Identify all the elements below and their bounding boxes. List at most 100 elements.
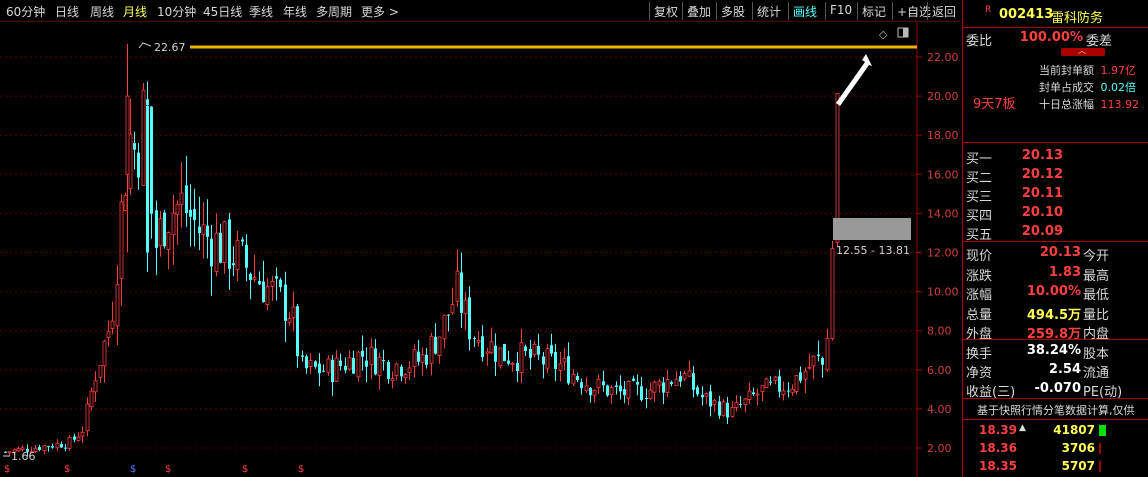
y-tick-label: 4.00	[927, 403, 952, 416]
f10-button[interactable]: F10	[825, 2, 856, 20]
candlestick	[623, 380, 626, 404]
quote-panel: R 002413 雷科防务 委比 100.00% 委差 ︿ 当前封单额 1.97…	[962, 0, 1148, 477]
tick-row: 18.39 ▲ 41807	[963, 422, 1148, 440]
candlestick	[825, 328, 830, 372]
restore-rights-button[interactable]: 复权	[649, 2, 682, 20]
collapse-tab[interactable]: ︿	[1061, 46, 1105, 56]
quote-row: 总量 494.5万 量比	[963, 303, 1148, 323]
weibi-label: 委比	[966, 34, 993, 49]
candlestick	[476, 331, 481, 347]
stock-code: 002413	[999, 7, 1054, 22]
candlestick	[596, 374, 601, 394]
y-tick-label: 8.00	[927, 325, 952, 338]
seal-amount-label: 当前封单额	[1039, 64, 1094, 77]
statistics-button[interactable]: 统计	[752, 2, 785, 20]
bid-row: 买三 20.11	[963, 185, 1148, 205]
candlestick	[67, 435, 72, 451]
tick-row: 18.36 3706	[963, 440, 1148, 458]
quote-row: 现价 20.13 今开	[963, 244, 1148, 264]
event-marker-icon[interactable]: $	[242, 464, 248, 475]
more-menu[interactable]: 更多 >	[361, 3, 399, 20]
more-label: 更多	[361, 5, 386, 19]
period-monthly[interactable]: 月线	[123, 3, 147, 20]
y-tick-label: 16.00	[927, 168, 959, 181]
candlestick	[305, 354, 308, 374]
candlestick	[752, 387, 755, 397]
overlay-button[interactable]: 叠加	[682, 2, 715, 20]
candlestick	[222, 220, 227, 274]
period-multi[interactable]: 多周期	[316, 3, 352, 20]
high-price-label: 22.67	[154, 41, 186, 54]
quote-value: 20.13	[1039, 245, 1081, 260]
candlestick	[460, 252, 463, 329]
candlestick	[412, 344, 417, 378]
price-range-box[interactable]	[833, 218, 911, 240]
candlestick	[322, 364, 325, 373]
stat-label-2: 股本	[1083, 347, 1110, 362]
candlestick	[47, 445, 50, 452]
candlestick	[755, 388, 760, 406]
candlestick	[314, 360, 317, 369]
candlestick	[516, 351, 519, 382]
tick-volume: 5707	[1061, 459, 1095, 473]
kline-svg[interactable]: 22.00 20.00 18.00 16.00 14.00 12.00 10.00 8.00 6…	[0, 22, 962, 477]
period-45day[interactable]: 45日线	[203, 3, 242, 20]
quote-value: 1.83	[1048, 264, 1081, 280]
multi-stock-button[interactable]: 多股	[716, 2, 749, 20]
candlestick	[567, 342, 570, 386]
period-yearly[interactable]: 年线	[283, 3, 307, 20]
candlestick	[356, 350, 361, 382]
event-marker-icon[interactable]: $	[298, 464, 304, 475]
candlestick	[701, 386, 704, 406]
candlestick	[498, 347, 503, 369]
candlestick	[89, 387, 94, 411]
candlestick	[640, 376, 643, 402]
diamond-icon[interactable]: ◇	[879, 28, 888, 41]
weibi-row: 委比 100.00% 委差	[963, 29, 1148, 49]
mark-button[interactable]: 标记	[857, 2, 890, 20]
stat-value: -0.070	[1034, 381, 1081, 396]
candlestick	[141, 82, 146, 186]
quote-label-2: 最高	[1083, 268, 1110, 284]
candlestick	[279, 277, 282, 292]
candlestick	[537, 333, 540, 360]
back-button[interactable]: 返回	[927, 2, 960, 20]
period-daily[interactable]: 日线	[55, 3, 79, 20]
candlestick	[417, 339, 420, 366]
tick-volume: 3706	[1061, 441, 1095, 455]
candlestick	[232, 246, 235, 277]
draw-line-button[interactable]: 画线	[788, 2, 821, 20]
period-10min[interactable]: 10分钟	[157, 3, 196, 20]
candlestick	[442, 314, 447, 349]
candlestick	[85, 397, 90, 437]
candlestick	[206, 199, 209, 259]
quote-label: 总量	[966, 307, 993, 323]
candlestick	[473, 336, 476, 347]
candlestick	[730, 401, 735, 418]
candlestick	[489, 327, 494, 355]
candlestick	[485, 347, 490, 366]
event-marker-icon[interactable]: $	[165, 464, 171, 475]
event-marker-icon[interactable]: $	[64, 464, 70, 475]
more-arrow-icon: >	[388, 5, 399, 19]
quote-label-2: 今开	[1083, 249, 1110, 264]
candlestick	[769, 376, 772, 386]
candlestick	[787, 382, 790, 398]
candlestick	[648, 382, 653, 400]
candlestick	[377, 352, 382, 390]
kline-chart[interactable]: 22.00 20.00 18.00 16.00 14.00 12.00 10.00 8.00 6…	[0, 22, 962, 477]
period-weekly[interactable]: 周线	[90, 3, 114, 20]
candlestick	[403, 373, 408, 384]
bid-price: 20.13	[1021, 148, 1063, 163]
event-marker-icon[interactable]: $	[4, 464, 10, 475]
candlestick	[696, 385, 699, 397]
period-60min[interactable]: 60分钟	[6, 3, 45, 20]
candlestick	[115, 265, 120, 346]
period-quarterly[interactable]: 季线	[249, 3, 273, 20]
candlestick	[249, 272, 252, 300]
candlestick	[365, 347, 368, 383]
event-marker-icon[interactable]: $	[130, 464, 136, 475]
candlestick	[571, 369, 576, 386]
candlestick	[447, 314, 450, 332]
tick-price: 18.39	[979, 423, 1017, 437]
